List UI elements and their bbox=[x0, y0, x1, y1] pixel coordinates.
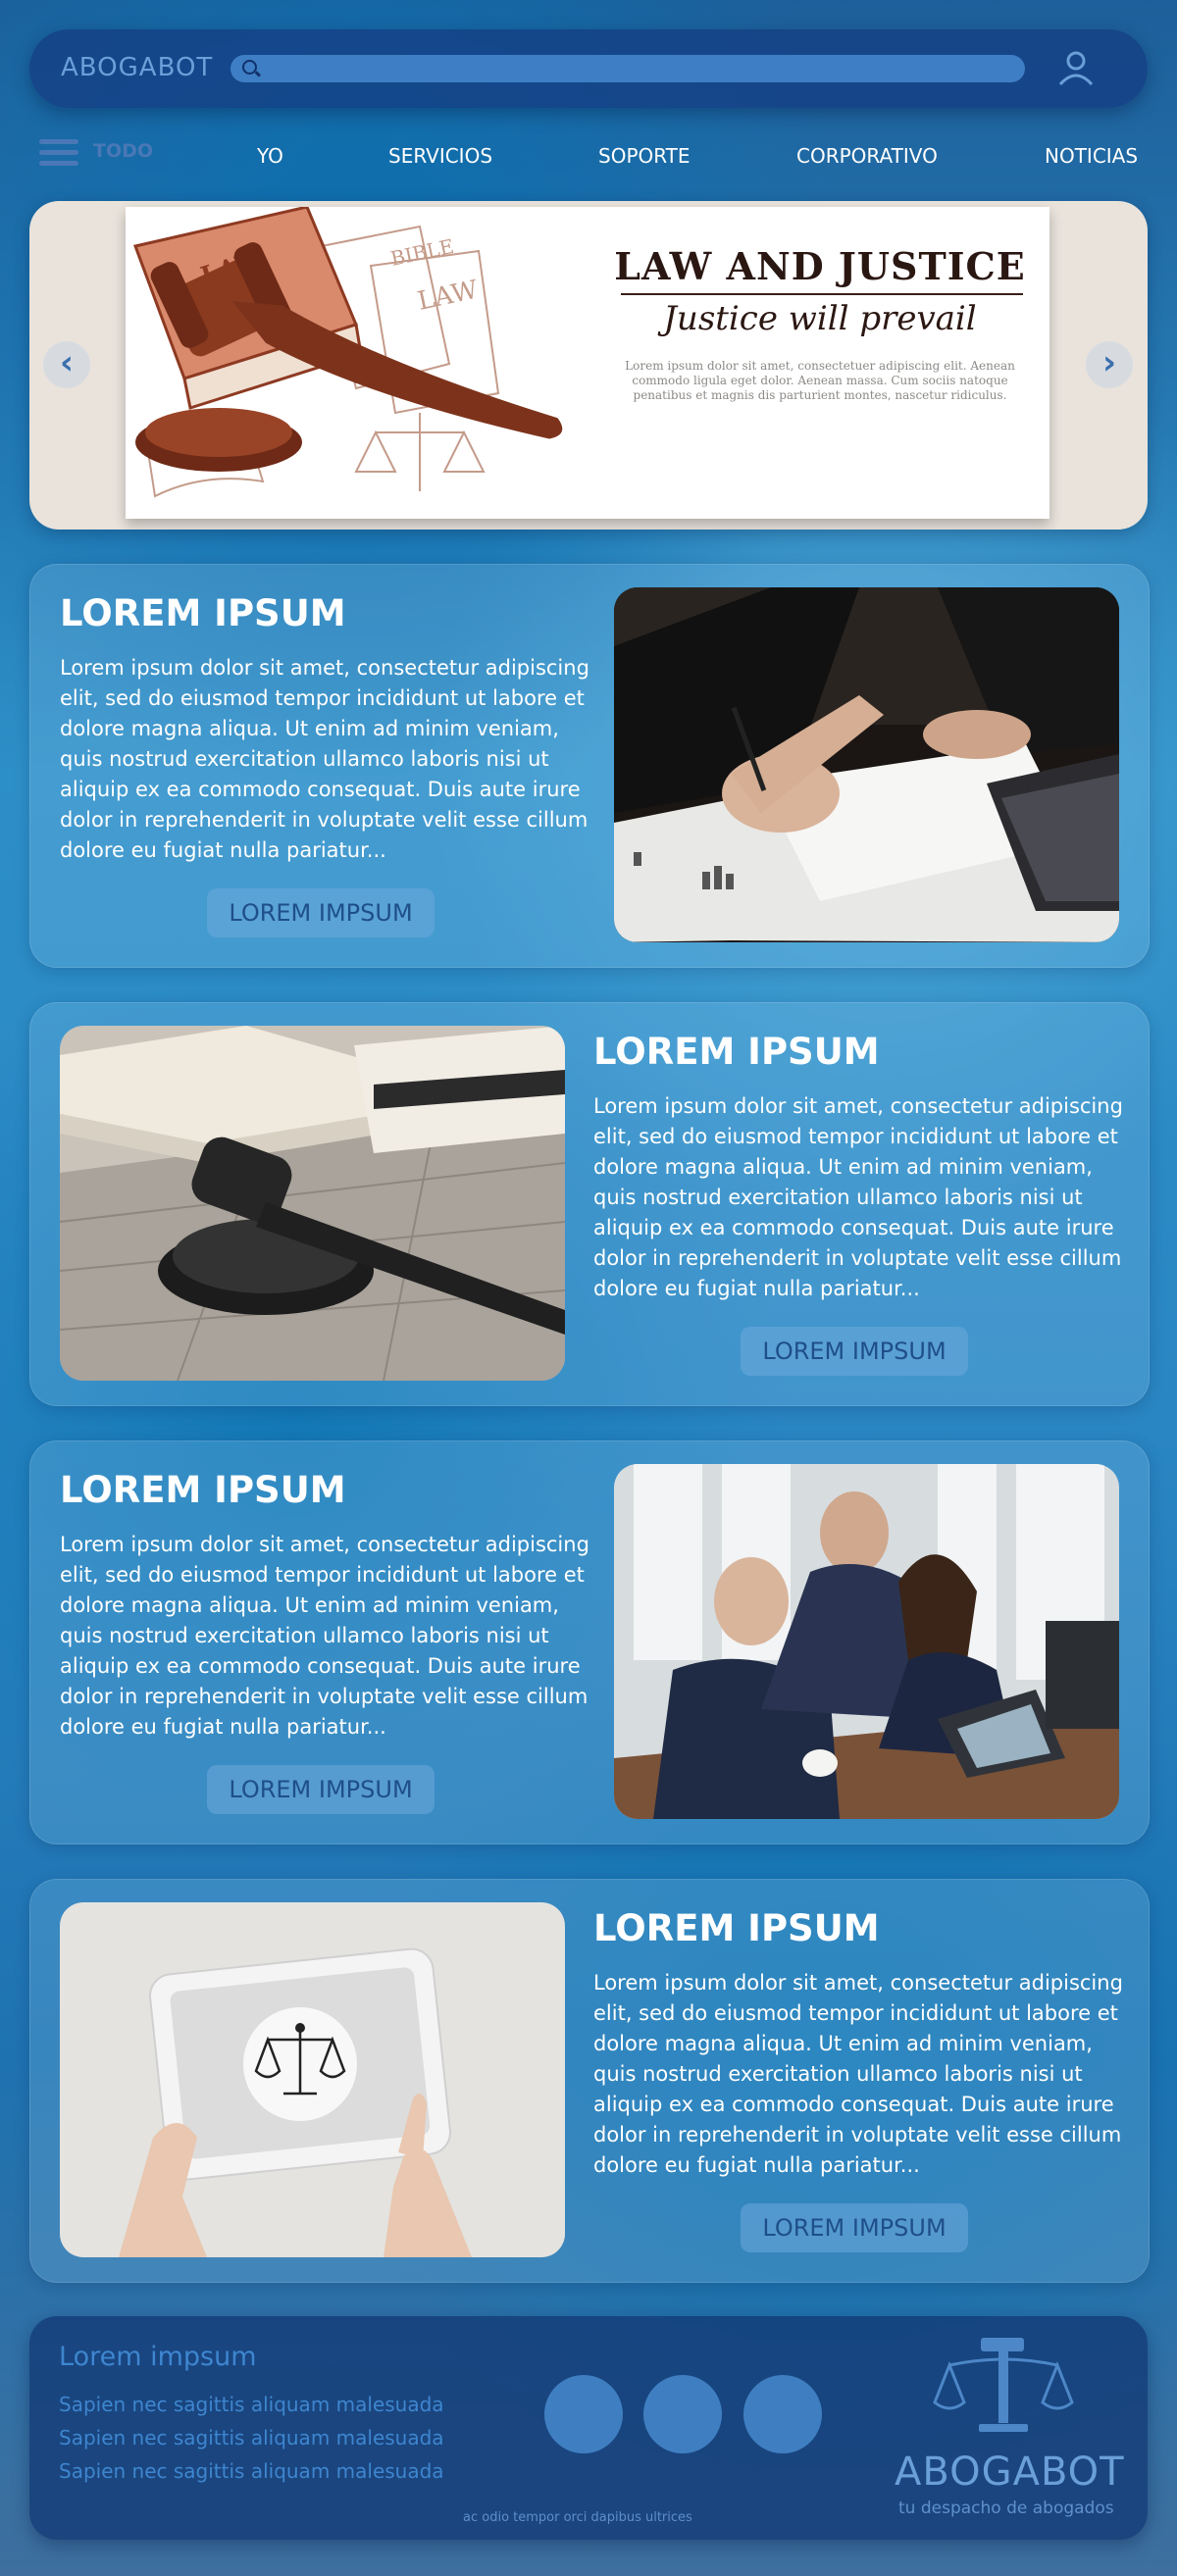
card-text: Lorem ipsum dolor sit amet, consectetur … bbox=[60, 656, 589, 862]
footer-brand: ABOGABOT bbox=[895, 2450, 1125, 2495]
content-card: LOREM IPSUM Lorem ipsum dolor sit amet, … bbox=[29, 1879, 1150, 2283]
card-text: Lorem ipsum dolor sit amet, consectetur … bbox=[60, 1533, 589, 1739]
card-text: Lorem ipsum dolor sit amet, consectetur … bbox=[593, 1971, 1123, 2177]
chevron-left-icon[interactable]: ‹ bbox=[43, 341, 90, 388]
social-icon[interactable] bbox=[643, 2375, 722, 2453]
hero-divider bbox=[621, 293, 1023, 295]
card-title: LOREM IPSUM bbox=[60, 1469, 346, 1511]
footer-link[interactable]: Sapien nec sagittis aliquam malesuada bbox=[59, 2393, 444, 2416]
scales-of-justice-icon bbox=[933, 2338, 1074, 2432]
hero-banner: BIBLE LAW LAW LAW AND JUSTICE Justice wi… bbox=[126, 207, 1049, 519]
hero-carousel: ‹ › BIBLE LAW LAW LAW AND JUSTICE bbox=[29, 201, 1148, 530]
content-card: LOREM IPSUM Lorem ipsum dolor sit amet, … bbox=[29, 1002, 1150, 1406]
nav-item-noticias[interactable]: NOTICIAS bbox=[1045, 144, 1138, 168]
gavel-illustration: BIBLE LAW LAW bbox=[132, 207, 563, 498]
card-button[interactable]: LOREM IMPSUM bbox=[741, 2203, 968, 2252]
content-card: LOREM IPSUM Lorem ipsum dolor sit amet, … bbox=[29, 1440, 1150, 1844]
card-title: LOREM IPSUM bbox=[593, 1907, 880, 1949]
card-image-signing-contract bbox=[614, 587, 1119, 942]
footer-link[interactable]: Sapien nec sagittis aliquam malesuada bbox=[59, 2426, 444, 2450]
card-image-business-meeting bbox=[614, 1464, 1119, 1819]
book-label-bible: BIBLE bbox=[388, 234, 456, 271]
hero-body: Lorem ipsum dolor sit amet, consectetuer… bbox=[625, 359, 1015, 402]
brand-logo-text[interactable]: ABOGABOT bbox=[61, 53, 213, 82]
hero-title: LAW AND JUSTICE bbox=[614, 244, 1026, 288]
nav-item-servicios[interactable]: SERVICIOS bbox=[388, 144, 492, 168]
footer: Lorem impsum Sapien nec sagittis aliquam… bbox=[29, 2316, 1148, 2540]
book-label-law2: LAW bbox=[415, 276, 481, 317]
footer-title: Lorem impsum bbox=[59, 2342, 257, 2372]
nav-item-yo[interactable]: YO bbox=[257, 144, 283, 168]
nav-item-corporativo[interactable]: CORPORATIVO bbox=[796, 144, 938, 168]
nav-item-todo[interactable]: TODO bbox=[93, 140, 153, 162]
hamburger-menu-icon[interactable] bbox=[39, 139, 78, 167]
card-text: Lorem ipsum dolor sit amet, consectetur … bbox=[593, 1094, 1123, 1300]
card-image-gavel-books bbox=[60, 1026, 565, 1381]
search-icon bbox=[242, 60, 257, 75]
card-image-tablet-scales bbox=[60, 1902, 565, 2257]
hero-subtitle: Justice will prevail bbox=[663, 299, 977, 338]
footer-tagline: tu despacho de abogados bbox=[898, 2499, 1114, 2518]
social-icon[interactable] bbox=[743, 2375, 822, 2453]
footer-link[interactable]: Sapien nec sagittis aliquam malesuada bbox=[59, 2459, 444, 2483]
chevron-right-icon[interactable]: › bbox=[1086, 341, 1133, 388]
card-title: LOREM IPSUM bbox=[593, 1031, 880, 1073]
social-icon[interactable] bbox=[544, 2375, 623, 2453]
card-button[interactable]: LOREM IMPSUM bbox=[207, 888, 435, 937]
user-icon[interactable] bbox=[1054, 47, 1098, 90]
card-button[interactable]: LOREM IMPSUM bbox=[207, 1765, 435, 1814]
card-button[interactable]: LOREM IMPSUM bbox=[741, 1327, 968, 1376]
card-title: LOREM IPSUM bbox=[60, 592, 346, 634]
search-input[interactable] bbox=[230, 55, 1025, 82]
footer-note: ac odio tempor orci dapibus ultrices bbox=[463, 2510, 692, 2525]
content-card: LOREM IPSUM Lorem ipsum dolor sit amet, … bbox=[29, 564, 1150, 968]
nav-item-soporte[interactable]: SOPORTE bbox=[598, 144, 691, 168]
top-bar: ABOGABOT bbox=[29, 29, 1148, 108]
